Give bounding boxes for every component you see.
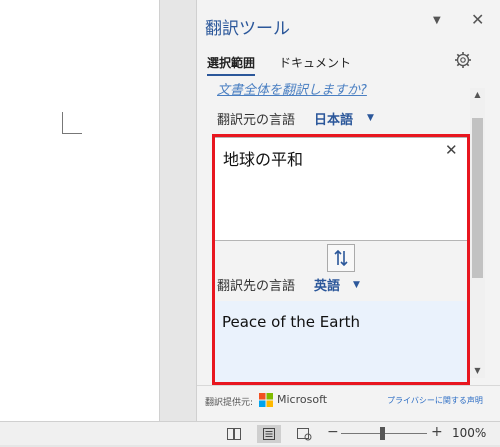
scroll-up-icon[interactable]: ▲	[470, 88, 485, 102]
source-language-select[interactable]: 日本語	[314, 109, 353, 128]
chevron-down-icon[interactable]: ▼	[353, 280, 360, 290]
provider-label: 翻訳提供元:	[205, 398, 254, 408]
pane-footer: 翻訳提供元: Microsoft プライバシーに関する声明	[197, 385, 500, 421]
pane-options-dropdown[interactable]: ▼	[433, 15, 441, 26]
print-layout-icon	[263, 428, 275, 440]
read-mode-icon	[227, 428, 241, 440]
zoom-in-button[interactable]: +	[431, 424, 443, 440]
status-bar: − + 100%	[0, 421, 500, 445]
target-language-label: 翻訳先の言語	[217, 279, 296, 294]
chevron-down-icon[interactable]: ▼	[367, 113, 374, 123]
zoom-out-button[interactable]: −	[327, 424, 339, 440]
document-area[interactable]	[0, 0, 195, 421]
margin-corner-mark	[62, 112, 82, 134]
source-text[interactable]: 地球の平和	[223, 146, 303, 170]
document-page[interactable]	[0, 0, 160, 421]
swap-languages-button[interactable]	[327, 244, 355, 272]
zoom-slider-thumb[interactable]	[380, 427, 385, 440]
settings-gear-icon[interactable]	[454, 51, 472, 69]
web-layout-button[interactable]	[292, 425, 316, 443]
target-language-select[interactable]: 英語	[314, 275, 340, 294]
pane-title: 翻訳ツール	[205, 19, 290, 39]
read-mode-button[interactable]	[222, 425, 246, 443]
source-language-label: 翻訳元の言語	[217, 113, 296, 128]
translation-result-text: Peace of the Earth	[222, 313, 361, 331]
pane-close-button[interactable]: ✕	[471, 10, 484, 29]
microsoft-logo	[259, 393, 273, 407]
provider-name: Microsoft	[277, 393, 328, 406]
print-layout-button[interactable]	[257, 425, 281, 443]
clear-text-button[interactable]: ✕	[445, 141, 458, 159]
translation-result-box: Peace of the Earth	[214, 301, 468, 383]
translator-pane: 翻訳ツール ▼ ✕ 選択範囲 ドキュメント 文書全体を翻訳しますか? 翻訳元の言…	[196, 0, 500, 421]
scroll-down-icon[interactable]: ▼	[470, 364, 485, 378]
privacy-statement-link[interactable]: プライバシーに関する声明	[387, 395, 483, 406]
web-layout-icon	[297, 428, 312, 441]
source-text-box[interactable]: 地球の平和 ✕	[214, 137, 468, 241]
scrollbar-thumb[interactable]	[472, 118, 483, 278]
swap-languages-icon	[334, 249, 348, 267]
tab-selection[interactable]: 選択範囲	[207, 54, 256, 76]
zoom-level[interactable]: 100%	[452, 426, 486, 440]
pane-scrollbar[interactable]: ▲ ▼	[470, 88, 485, 378]
tab-document[interactable]: ドキュメント	[279, 54, 351, 71]
translate-document-link[interactable]: 文書全体を翻訳しますか?	[217, 79, 367, 98]
